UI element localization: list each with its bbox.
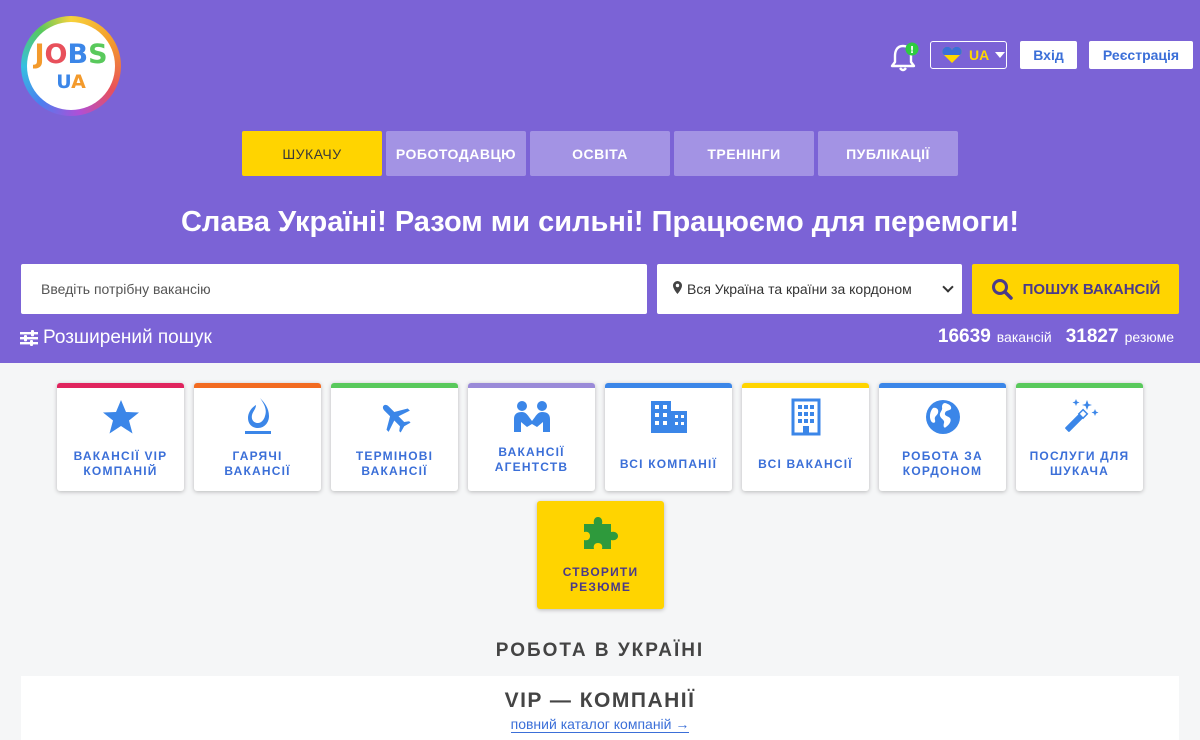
puzzle-icon xyxy=(537,513,664,553)
logo-text-ua: UA xyxy=(56,71,86,93)
svg-text:!: ! xyxy=(910,45,915,56)
magic-wand-icon xyxy=(1016,397,1143,437)
category-agency-vacancies[interactable]: ВАКАНСІЇ АГЕНТСТВ xyxy=(468,383,595,491)
card-label: ВАКАНСІЇ АГЕНТСТВ xyxy=(494,445,569,474)
slogan-heading: Слава Україні! Разом ми сильні! Працюємо… xyxy=(180,206,1020,238)
card-label: РОБОТА ЗА КОРДОНОМ xyxy=(902,449,983,478)
vip-companies-panel: VIP — КОМПАНІЇ повний каталог компаній → xyxy=(21,676,1179,740)
card-accent-bar xyxy=(742,383,869,388)
globe-icon xyxy=(879,397,1006,437)
flame-icon xyxy=(194,397,321,437)
category-all-vacancies[interactable]: ВСІ ВАКАНСІЇ xyxy=(742,383,869,491)
search-icon xyxy=(991,279,1013,300)
card-label: ВСІ КОМПАНІЇ xyxy=(619,456,718,471)
buildings-icon xyxy=(605,397,732,437)
region-select[interactable]: Вся Україна та країни за кордоном xyxy=(657,264,962,314)
category-seeker-services[interactable]: ПОСЛУГИ ДЛЯ ШУКАЧА xyxy=(1016,383,1143,491)
vacancy-search-input[interactable]: Введіть потрібну вакансію xyxy=(21,264,647,314)
logo-text-jobs: JOBS xyxy=(34,39,108,70)
resumes-count: 31827 xyxy=(1065,326,1119,347)
tab-trainings[interactable]: ТРЕНІНГИ xyxy=(674,131,814,176)
advanced-search-label: Розширений пошук xyxy=(43,327,212,348)
logo-badge: JOBS UA xyxy=(27,22,115,110)
advanced-search-link[interactable]: Розширений пошук xyxy=(20,326,212,350)
create-resume-button[interactable]: СТВОРИТИ РЕЗЮМЕ xyxy=(537,501,664,609)
card-accent-bar xyxy=(331,383,458,388)
chevron-down-icon xyxy=(995,52,1006,58)
card-accent-bar xyxy=(879,383,1006,388)
site-logo[interactable]: JOBS UA xyxy=(21,16,121,116)
notification-bell-icon[interactable]: ! xyxy=(889,42,919,72)
card-label: ВАКАНСІЇ VIP КОМПАНІЙ xyxy=(73,449,168,478)
tab-education[interactable]: ОСВІТА xyxy=(530,131,670,176)
search-vacancies-button[interactable]: ПОШУК ВАКАНСІЙ xyxy=(972,264,1179,314)
language-selector[interactable]: UA xyxy=(930,41,1007,69)
resumes-label: резюме xyxy=(1124,329,1174,345)
card-accent-bar xyxy=(468,383,595,388)
card-label: ПОСЛУГИ ДЛЯ ШУКАЧА xyxy=(1029,449,1130,478)
category-all-companies[interactable]: ВСІ КОМПАНІЇ xyxy=(605,383,732,491)
search-button-label: ПОШУК ВАКАНСІЙ xyxy=(1022,280,1161,298)
card-label: СТВОРИТИ РЕЗЮМЕ xyxy=(562,565,639,594)
vacancies-label: вакансій xyxy=(996,329,1052,345)
card-accent-bar xyxy=(605,383,732,388)
login-button[interactable]: Вхід xyxy=(1020,41,1077,69)
handshake-icon xyxy=(468,397,595,437)
card-accent-bar xyxy=(1016,383,1143,388)
card-label: ВСІ ВАКАНСІЇ xyxy=(758,456,853,471)
chevron-down-icon xyxy=(942,281,954,293)
site-stats: 16639 вакансій 31827 резюме xyxy=(938,326,1174,350)
category-hot-vacancies[interactable]: ГАРЯЧІ ВАКАНСІЇ xyxy=(194,383,321,491)
panel-title: VIP — КОМПАНІЇ xyxy=(504,689,696,712)
header-banner: JOBS UA ! UA Вхід Реєстрація ШУКАЧУ РОБО… xyxy=(0,0,1200,363)
search-placeholder: Введіть потрібну вакансію xyxy=(41,281,211,297)
sliders-icon xyxy=(20,330,38,346)
register-button[interactable]: Реєстрація xyxy=(1089,41,1193,69)
section-title: РОБОТА В УКРАЇНІ xyxy=(495,640,705,661)
card-label: ТЕРМІНОВІ ВАКАНСІЇ xyxy=(355,449,434,478)
star-icon xyxy=(57,397,184,437)
map-pin-icon xyxy=(673,281,682,297)
tab-employer[interactable]: РОБОТОДАВЦЮ xyxy=(386,131,526,176)
vacancies-count: 16639 xyxy=(937,326,991,347)
company-catalog-link[interactable]: повний каталог компаній → xyxy=(21,716,1179,733)
card-label: ГАРЯЧІ ВАКАНСІЇ xyxy=(224,449,291,478)
card-accent-bar xyxy=(57,383,184,388)
ukraine-heart-flag-icon xyxy=(942,47,962,63)
category-urgent-vacancies[interactable]: ТЕРМІНОВІ ВАКАНСІЇ xyxy=(331,383,458,491)
tab-job-seeker[interactable]: ШУКАЧУ xyxy=(242,131,382,176)
category-work-abroad[interactable]: РОБОТА ЗА КОРДОНОМ xyxy=(879,383,1006,491)
card-accent-bar xyxy=(194,383,321,388)
language-code: UA xyxy=(969,47,990,63)
plane-icon xyxy=(331,397,458,437)
category-vip-companies[interactable]: ВАКАНСІЇ VIP КОМПАНІЙ xyxy=(57,383,184,491)
region-value: Вся Україна та країни за кордоном xyxy=(687,281,912,297)
tab-publications[interactable]: ПУБЛІКАЦІЇ xyxy=(818,131,958,176)
office-building-icon xyxy=(742,397,869,437)
